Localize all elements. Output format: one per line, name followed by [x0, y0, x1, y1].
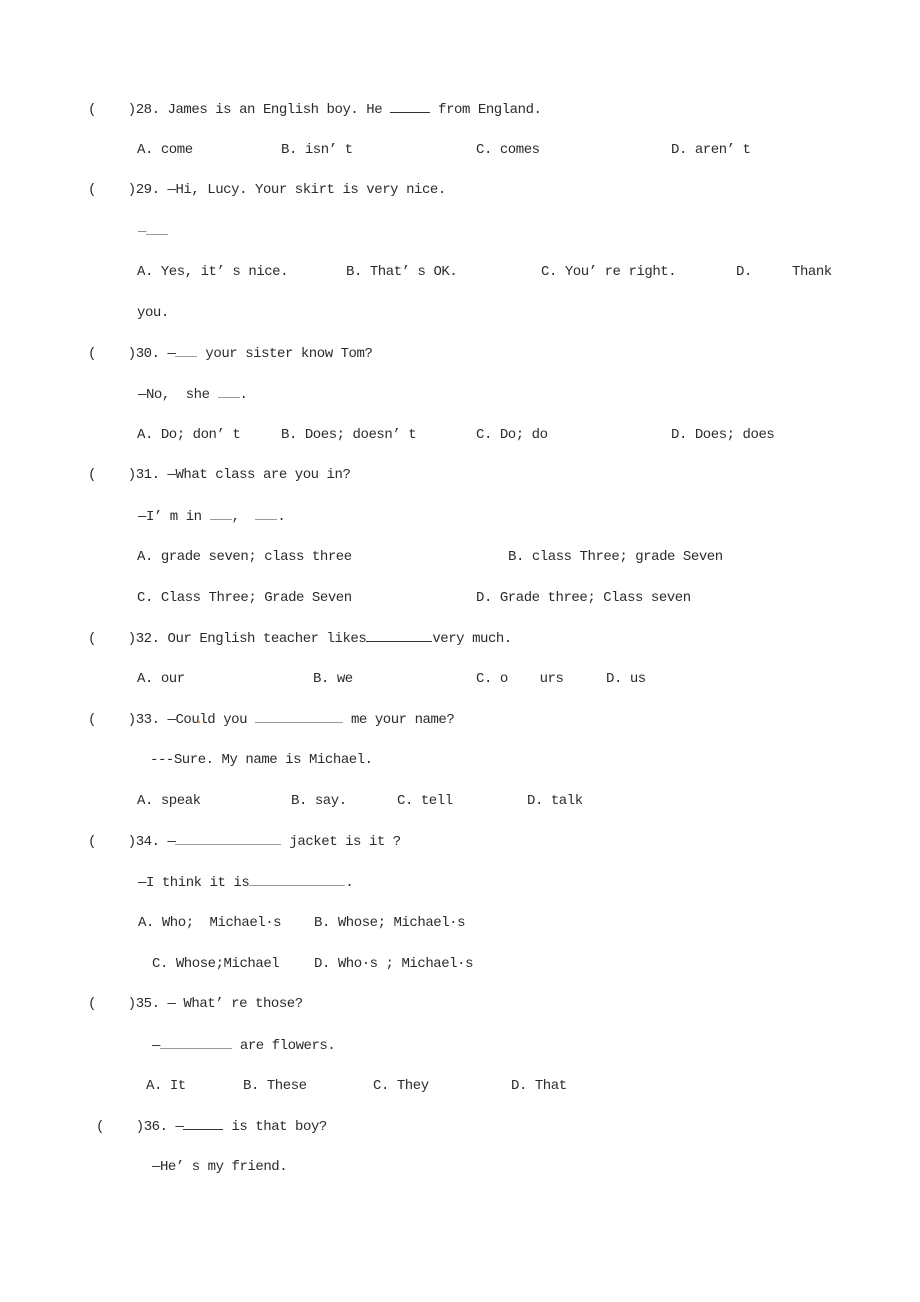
blank [255, 710, 344, 723]
answer-bracket[interactable]: ( ) [88, 182, 136, 198]
blank [217, 385, 240, 398]
question-31-stem: ( )31. —What class are you in? [88, 466, 351, 484]
option-c: C. Class Three; Grade Seven [137, 590, 352, 606]
blank [175, 344, 198, 357]
option-b: B. That’ s OK. [346, 264, 458, 280]
option-c: C. You’ re right. [541, 264, 677, 280]
option-a: A. Do; don’ t [137, 427, 241, 443]
answer-bracket[interactable]: ( ) [88, 712, 136, 728]
option-c: C. They [373, 1078, 429, 1094]
question-32-stem: ( )32. Our English teacher likes very muc… [88, 629, 512, 648]
blank [183, 1117, 224, 1130]
option-d-continued: you. [137, 305, 169, 321]
option-d: D. aren’ t [671, 142, 751, 158]
response-text: . [277, 509, 286, 525]
question-36-stem: ( )36. — is that boy? [96, 1117, 327, 1136]
answer-bracket[interactable]: ( ) [88, 834, 136, 850]
stem-text: from England. [430, 102, 542, 118]
stem-text: is that boy? [223, 1119, 327, 1135]
blank [209, 507, 232, 520]
blank [145, 222, 168, 235]
question-30-stem: ( )30. — your sister know Tom? [88, 344, 373, 363]
option-a: A. speak [137, 793, 201, 809]
option-b: B. Whose; Michael·s [314, 915, 466, 931]
stem-text: 32. Our English teacher likes [135, 631, 367, 647]
question-28-stem: ( )28. James is an English boy. He from … [88, 100, 542, 119]
option-a: A. Who; Michael·s [138, 915, 282, 931]
option-d-text: Thank [792, 264, 832, 280]
option-d: D. Who·s ; Michael·s [314, 956, 474, 972]
question-30-response: —No, she . [138, 385, 248, 404]
option-b: B. These [243, 1078, 307, 1094]
option-d: D. That [511, 1078, 567, 1094]
stem-text: 35. — What’ re those? [135, 996, 303, 1012]
stem-text: me your name? [343, 712, 455, 728]
option-b: B. isn’ t [281, 142, 353, 158]
question-29-response: — [138, 222, 168, 241]
response-text: . [345, 875, 354, 891]
stem-text: very much. [432, 631, 512, 647]
stem-text: 29. —Hi, Lucy. Your skirt is very nice. [135, 182, 447, 198]
option-c: C. Do; do [476, 427, 548, 443]
option-b: B. class Three; grade Seven [508, 549, 723, 565]
question-36-response: —He’ s my friend. [152, 1159, 288, 1175]
stem-text: 28. James is an English boy. He [135, 102, 391, 118]
option-d: D. us [606, 671, 646, 687]
stem-text: 36. — [143, 1119, 184, 1135]
question-34-stem: ( )34. — jacket is it ? [88, 832, 401, 851]
answer-bracket[interactable]: ( ) [96, 1119, 144, 1135]
option-d: D. Grade three; Class seven [476, 590, 691, 606]
response-text: — [152, 1038, 160, 1054]
option-d-label: D. [736, 264, 752, 280]
question-35-stem: ( )35. — What’ re those? [88, 995, 303, 1013]
option-d: D. talk [527, 793, 583, 809]
option-b: B. Does; doesn’ t [281, 427, 417, 443]
question-33-stem: ( )33. —Could you me your name? [88, 710, 455, 729]
stem-text: 34. — [135, 834, 176, 850]
blank [159, 1036, 232, 1049]
option-b: B. say. [291, 793, 347, 809]
response-text: —I think it is [138, 875, 250, 891]
response-text: . [239, 387, 248, 403]
response-text: , [231, 509, 256, 525]
option-c: C. o urs [476, 671, 564, 687]
blank [390, 100, 431, 113]
dash: — [138, 224, 146, 240]
question-29-stem: ( )29. —Hi, Lucy. Your skirt is very nic… [88, 181, 446, 199]
stem-text: ld you [199, 712, 256, 728]
option-a: A. Yes, it’ s nice. [137, 264, 289, 280]
response-text: —I’ m in [138, 509, 210, 525]
answer-bracket[interactable]: ( ) [88, 996, 136, 1012]
stem-text: 31. —What class are you in? [135, 467, 351, 483]
blank [255, 507, 278, 520]
stem-text: 30. — [135, 346, 176, 362]
option-d: D. Does; does [671, 427, 775, 443]
blank [366, 629, 433, 642]
blank [175, 832, 282, 845]
option-b: B. we [313, 671, 353, 687]
option-a: A. grade seven; class three [137, 549, 352, 565]
answer-bracket[interactable]: ( ) [88, 631, 136, 647]
response-text: —No, she [138, 387, 218, 403]
question-31-response: —I’ m in , . [138, 507, 286, 526]
option-c: C. Whose;Michael [152, 956, 280, 972]
answer-bracket[interactable]: ( ) [88, 102, 136, 118]
question-33-response: ---Sure. My name is Michael. [150, 752, 373, 768]
option-a: A. come [137, 142, 193, 158]
stem-text: your sister know Tom? [197, 346, 373, 362]
option-c: C. comes [476, 142, 540, 158]
answer-bracket[interactable]: ( ) [88, 467, 136, 483]
question-34-response: —I think it is. [138, 873, 354, 892]
blank [249, 873, 346, 886]
option-c: C. tell [397, 793, 453, 809]
question-35-response: — are flowers. [152, 1036, 336, 1055]
option-a: A. It [146, 1078, 186, 1094]
option-a: A. our [137, 671, 185, 687]
answer-bracket[interactable]: ( ) [88, 346, 136, 362]
stem-text: jacket is it ? [281, 834, 401, 850]
response-text: are flowers. [231, 1038, 336, 1054]
stem-text: 33. —Cou [135, 712, 200, 728]
